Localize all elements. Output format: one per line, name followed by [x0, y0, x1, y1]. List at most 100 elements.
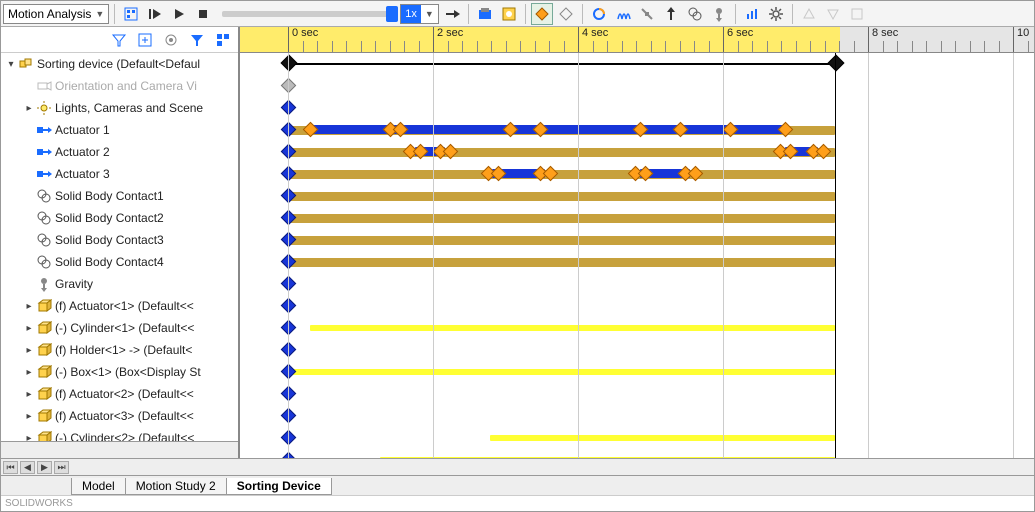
timeline-row[interactable]	[240, 119, 1034, 141]
timeline-row[interactable]	[240, 141, 1034, 163]
tree-item[interactable]: ▸(-) Cylinder<1> (Default<<	[1, 317, 238, 339]
tree-expander-icon[interactable]: ▸	[23, 345, 35, 356]
spring-button[interactable]	[612, 3, 634, 25]
tree-expander-icon[interactable]: ▸	[23, 411, 35, 422]
timeline-bar[interactable]	[288, 369, 835, 375]
expand-button[interactable]	[134, 29, 156, 51]
timeline-bar[interactable]	[310, 325, 835, 331]
bottom-tab[interactable]: Motion Study 2	[125, 478, 227, 495]
timeline-bar[interactable]	[490, 435, 835, 441]
keyframe-diamond[interactable]	[828, 55, 845, 72]
timeline-row[interactable]	[240, 251, 1034, 273]
tree-item[interactable]: Gravity	[1, 273, 238, 295]
tree-item[interactable]: Actuator 3	[1, 163, 238, 185]
time-slider-thumb[interactable]	[386, 6, 398, 22]
tree-item[interactable]: Orientation and Camera Vi	[1, 75, 238, 97]
timeline-bar[interactable]	[288, 258, 835, 267]
time-slider[interactable]	[222, 11, 392, 17]
timeline-hscroll[interactable]: ⏮ ◀ ▶ ⏭	[1, 458, 1034, 475]
play-from-start-button[interactable]	[144, 3, 166, 25]
timeline-row[interactable]	[240, 273, 1034, 295]
motor-button[interactable]	[588, 3, 610, 25]
timeline-row[interactable]	[240, 449, 1034, 458]
sim-advisor-button[interactable]	[822, 3, 844, 25]
filter-button[interactable]	[108, 29, 130, 51]
scroll-last-button[interactable]: ⏭	[54, 461, 69, 474]
timeline-row[interactable]	[240, 207, 1034, 229]
tree-hscroll[interactable]	[1, 441, 238, 458]
study-type-dropdown[interactable]: Motion Analysis ▼	[3, 4, 109, 24]
results-button[interactable]	[741, 3, 763, 25]
timeline-row[interactable]	[240, 97, 1034, 119]
tree-item[interactable]: Solid Body Contact3	[1, 229, 238, 251]
tree-expander-icon[interactable]: ▾	[5, 59, 17, 70]
scroll-right-button[interactable]: ▶	[37, 461, 52, 474]
calculate-button[interactable]	[120, 3, 142, 25]
timeline-row[interactable]	[240, 405, 1034, 427]
timeline-row[interactable]	[240, 383, 1034, 405]
tree-item[interactable]: ▸(f) Actuator<3> (Default<<	[1, 405, 238, 427]
timeline-ruler[interactable]: 0 sec2 sec4 sec6 sec8 sec10	[240, 27, 1034, 53]
tree-item[interactable]: Solid Body Contact4	[1, 251, 238, 273]
settings-button[interactable]	[765, 3, 787, 25]
timeline-row[interactable]	[240, 163, 1034, 185]
damper-button[interactable]	[636, 3, 658, 25]
tree-item[interactable]: ▸Lights, Cameras and Scene	[1, 97, 238, 119]
timeline-row[interactable]	[240, 295, 1034, 317]
force-button[interactable]	[660, 3, 682, 25]
tree-filter-funnel-button[interactable]	[186, 29, 208, 51]
sim-setup-button[interactable]	[798, 3, 820, 25]
timeline-row[interactable]	[240, 185, 1034, 207]
tree-item[interactable]: ▸(f) Actuator<1> (Default<<	[1, 295, 238, 317]
actuator-icon	[35, 166, 53, 182]
bottom-tab[interactable]: Model	[71, 478, 126, 495]
play-button[interactable]	[168, 3, 190, 25]
tree-expander-icon[interactable]: ▸	[23, 367, 35, 378]
timeline-bar[interactable]	[288, 236, 835, 245]
timeline-row[interactable]	[240, 229, 1034, 251]
tree-display-button[interactable]	[212, 29, 234, 51]
add-key-button[interactable]	[555, 3, 577, 25]
gravity-button[interactable]	[708, 3, 730, 25]
timeline-row[interactable]	[240, 75, 1034, 97]
tree-item[interactable]: Solid Body Contact2	[1, 207, 238, 229]
sim-results-button[interactable]	[846, 3, 868, 25]
timeline-row[interactable]	[240, 53, 1034, 75]
scroll-first-button[interactable]: ⏮	[3, 461, 18, 474]
timeline-bar[interactable]	[380, 457, 835, 458]
save-animation-button[interactable]	[474, 3, 496, 25]
tree-expander-icon[interactable]: ▸	[23, 103, 35, 114]
contact-button[interactable]	[684, 3, 706, 25]
tree-item[interactable]: ▸(-) Box<1> (Box<Display St	[1, 361, 238, 383]
keyframe-diamond[interactable]	[281, 55, 298, 72]
timeline-row[interactable]	[240, 339, 1034, 361]
tree-item[interactable]: Solid Body Contact1	[1, 185, 238, 207]
tree-item[interactable]: Actuator 2	[1, 141, 238, 163]
timeline-row[interactable]	[240, 427, 1034, 449]
timeline-bar[interactable]	[288, 214, 835, 223]
tree-expander-icon[interactable]: ▸	[23, 301, 35, 312]
collapse-button[interactable]	[160, 29, 182, 51]
timeline-area[interactable]	[240, 53, 1034, 458]
tree-item[interactable]: Actuator 1	[1, 119, 238, 141]
tree-item[interactable]: ▸(-) Cylinder<2> (Default<<	[1, 427, 238, 441]
tree-item[interactable]: ▾Sorting device (Default<Defaul	[1, 53, 238, 75]
tree-item[interactable]: ▸(f) Holder<1> -> (Default<	[1, 339, 238, 361]
feature-tree[interactable]: ▾Sorting device (Default<DefaulOrientati…	[1, 53, 238, 441]
timeline-bar[interactable]	[288, 192, 835, 201]
bottom-tab[interactable]: Sorting Device	[226, 478, 332, 495]
scroll-left-button[interactable]: ◀	[20, 461, 35, 474]
tree-expander-icon[interactable]: ▸	[23, 433, 35, 442]
timeline-row[interactable]	[240, 361, 1034, 383]
tree-expander-icon[interactable]: ▸	[23, 389, 35, 400]
timeline-row[interactable]	[240, 317, 1034, 339]
timeline-bar[interactable]	[288, 170, 835, 179]
stop-button[interactable]	[192, 3, 214, 25]
tree-expander-icon[interactable]: ▸	[23, 323, 35, 334]
animation-wizard-button[interactable]	[498, 3, 520, 25]
playback-mode-button[interactable]	[441, 3, 463, 25]
timeline-bar[interactable]	[288, 148, 835, 157]
tree-item[interactable]: ▸(f) Actuator<2> (Default<<	[1, 383, 238, 405]
autokey-button[interactable]	[531, 3, 553, 25]
playback-speed-dropdown[interactable]: 1x ▼	[400, 4, 439, 24]
